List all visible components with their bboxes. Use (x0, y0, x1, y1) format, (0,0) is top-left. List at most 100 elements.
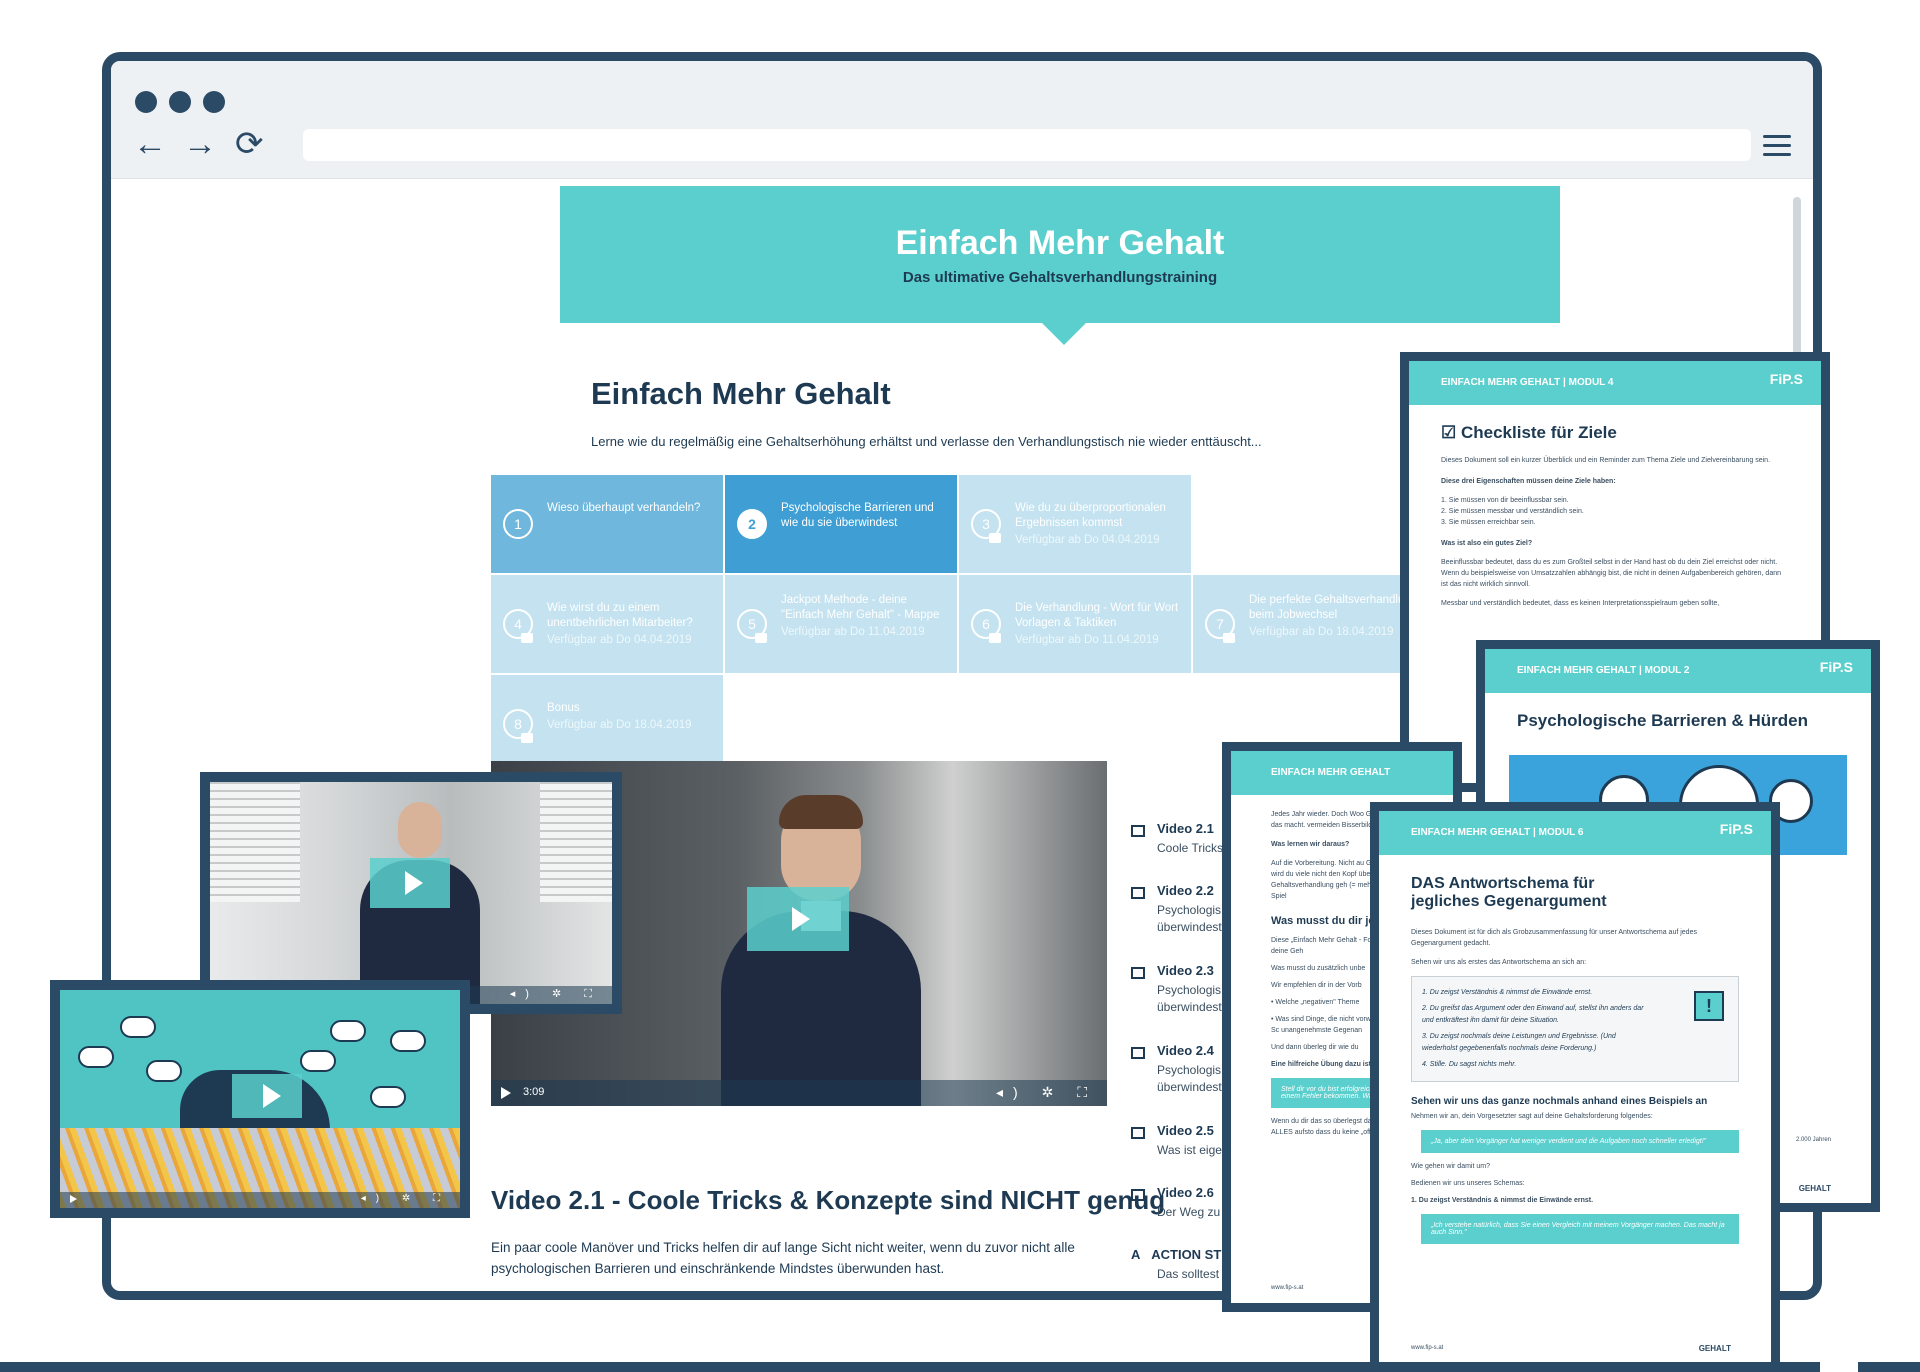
doc-paragraph: Nehmen wir an, dein Vorgesetzter sagt au… (1411, 1113, 1653, 1120)
video-title: Video 2.1 - Coole Tricks & Konzepte sind… (491, 1185, 1166, 1215)
exclamation-icon: ! (1694, 991, 1724, 1021)
gehalt-brand: GEHALT (1698, 1344, 1731, 1353)
video-controls: 3:09 ◂) ✲ ⛶ (491, 1080, 1107, 1106)
doc-title: Checkliste für Ziele (1460, 423, 1617, 442)
play-icon[interactable] (70, 1195, 77, 1203)
module-tile-7[interactable]: 7 Die perfekte Gehaltsverhandlung beim J… (1193, 575, 1425, 673)
play-button[interactable] (747, 887, 849, 951)
doc-list-item: 3. Sie müssen erreichbar sein. (1441, 519, 1536, 526)
video-controls: ◂) ✲ ⛶ (60, 1192, 460, 1208)
doc-header: EINFACH MEHR GEHALT (1271, 767, 1391, 778)
gehalt-brand: GEHALT (1798, 1184, 1831, 1193)
volume-settings-fullscreen-icons[interactable]: ◂) ✲ ⛶ (361, 1193, 450, 1204)
doc-subtitle: Sehen wir uns das ganze nochmals anhand … (1411, 1096, 1708, 1107)
play-button[interactable] (232, 1074, 302, 1118)
hero-pointer (1042, 323, 1086, 345)
film-icon (1131, 1189, 1145, 1201)
doc-footer: 2.000 Jahren (1795, 1137, 1831, 1143)
film-icon (1131, 887, 1145, 899)
window-dot-icon[interactable] (135, 91, 157, 113)
module-title: Die Verhandlung - Wort für Wort Vorlagen… (1015, 602, 1179, 629)
doc-paragraph: Beeinflussbar bedeutet, dass du es zum G… (1441, 559, 1781, 588)
doc-intro: Dieses Dokument ist für dich als Grobzus… (1411, 929, 1697, 947)
page-scrollbar[interactable] (1793, 197, 1801, 377)
doc-list-item: 2. Sie müssen messbar und verständlich s… (1441, 508, 1584, 515)
url-bar[interactable] (303, 129, 1751, 161)
hero-subtitle: Das ultimative Gehaltsverhandlungstraini… (902, 269, 1218, 286)
module-title: Bonus (547, 702, 580, 714)
doc-title: Psychologische Barrieren & Hürden (1517, 711, 1808, 730)
module-availability: Verfügbar ab Do 18.04.2019 (1249, 626, 1394, 638)
module-title: Wie wirst du zu einem unentbehrlichen Mi… (547, 602, 693, 629)
doc-paragraph: Sehen wir uns als erstes das Antwortsche… (1411, 959, 1587, 966)
window-dot-icon[interactable] (203, 91, 225, 113)
lock-icon (521, 733, 533, 743)
course-title: Einfach Mehr Gehalt (591, 376, 891, 411)
hamburger-menu-icon[interactable] (1763, 135, 1791, 156)
scheme-step: 4. Stille. Du sagst nichts mehr. (1422, 1061, 1517, 1068)
floor-line (1858, 1362, 1920, 1372)
screenshot-stage: ← → ⟳ Einfach Mehr Gehalt Das ultimative… (0, 0, 1920, 1372)
back-arrow-icon[interactable]: ← (133, 127, 167, 161)
video-time: 3:09 (523, 1086, 545, 1098)
module-number: 1 (503, 509, 533, 539)
doc-footer: www.fip-s.at (1271, 1285, 1304, 1291)
play-icon[interactable] (501, 1087, 511, 1099)
fips-logo: FiP.S (1819, 659, 1853, 675)
module-title: Wieso überhaupt verhandeln? (547, 502, 701, 514)
module-tile-6[interactable]: 6 Die Verhandlung - Wort für Wort Vorlag… (959, 575, 1191, 673)
doc-paragraph: Wie gehen wir damit um? (1411, 1163, 1490, 1170)
volume-settings-fullscreen-icons[interactable]: ◂) ✲ ⛶ (510, 987, 602, 1001)
video-description: Ein paar coole Manöver und Tricks helfen… (491, 1240, 1075, 1276)
answer-scheme-box: ! 1. Du zeigst Verständnis & nimmst die … (1411, 976, 1739, 1082)
reload-icon[interactable]: ⟳ (235, 127, 264, 161)
doc-header: EINFACH MEHR GEHALT | MODUL 4 (1441, 377, 1614, 388)
lock-icon (989, 533, 1001, 543)
doc-quote: „Ja, aber dein Vorgänger hat weniger ver… (1421, 1130, 1739, 1153)
fips-logo: FiP.S (1769, 371, 1803, 387)
play-button[interactable] (370, 858, 450, 908)
lock-icon (521, 633, 533, 643)
scheme-step: 1. Du zeigst Verständnis & nimmst die Ei… (1422, 989, 1593, 996)
module-tile-1[interactable]: 1 Wieso überhaupt verhandeln? (491, 475, 723, 573)
doc-paragraph: Bedienen wir uns unseres Schemas: (1411, 1180, 1525, 1187)
module-availability: Verfügbar ab Do 11.04.2019 (781, 626, 925, 638)
film-icon (1131, 1127, 1145, 1139)
volume-settings-fullscreen-icons[interactable]: ◂) ✲ ⛶ (996, 1084, 1097, 1101)
window-dot-icon[interactable] (169, 91, 191, 113)
module-tile-8[interactable]: 8 Bonus Verfügbar ab Do 18.04.2019 (491, 675, 723, 773)
course-intro: Lerne wie du regelmäßig eine Gehaltserhö… (591, 434, 1262, 449)
module-availability: Verfügbar ab Do 04.04.2019 (1015, 534, 1160, 546)
module-availability: Verfügbar ab Do 04.04.2019 (547, 634, 692, 646)
film-icon (1131, 1047, 1145, 1059)
forward-arrow-icon[interactable]: → (183, 127, 217, 161)
doc-heading: Was ist also ein gutes Ziel? (1441, 540, 1533, 547)
module-title: Psychologische Barrieren und wie du sie … (781, 502, 934, 529)
video-thumbnail-presenter[interactable]: ◂) ✲ ⛶ (200, 772, 622, 1014)
doc-intro: Dieses Dokument soll ein kurzer Überblic… (1441, 457, 1771, 464)
module-tile-4[interactable]: 4 Wie wirst du zu einem unentbehrlichen … (491, 575, 723, 673)
doc-header: EINFACH MEHR GEHALT | MODUL 6 (1411, 827, 1584, 838)
module-tile-3[interactable]: 3 Wie du zu überproportionalen Ergebniss… (959, 475, 1191, 573)
hero-title: Einfach Mehr Gehalt (895, 224, 1225, 262)
doc-heading: Diese drei Eigenschaften müssen deine Zi… (1441, 478, 1616, 485)
module-tile-2[interactable]: 2 Psychologische Barrieren und wie du si… (725, 475, 957, 573)
browser-chrome: ← → ⟳ (111, 61, 1813, 179)
checkbox-icon: ☑ (1441, 423, 1461, 442)
doc-footer: www.fip-s.at (1411, 1345, 1444, 1351)
module-title: Die perfekte Gehaltsverhandlung beim Job… (1249, 594, 1418, 621)
document-modul-6[interactable]: EINFACH MEHR GEHALT | MODUL 6 FiP.S DAS A… (1370, 802, 1780, 1372)
doc-title: DAS Antwortschema für jegliches Gegenarg… (1411, 875, 1607, 910)
doc-quote: „Ich verstehe natürlich, dass Sie einen … (1421, 1214, 1739, 1244)
scheme-step: 3. Du zeigst nochmals deine Leistungen u… (1422, 1033, 1616, 1052)
doc-paragraph: 1. Du zeigst Verständnis & nimmst die Ei… (1411, 1197, 1594, 1204)
lock-icon (755, 633, 767, 643)
doc-paragraph: Messbar und verständlich bedeutet, dass … (1441, 600, 1720, 607)
floor-line (0, 1362, 1820, 1372)
lock-icon (1223, 633, 1235, 643)
module-availability: Verfügbar ab Do 18.04.2019 (547, 719, 692, 731)
presenter-image (721, 795, 921, 1106)
module-tile-5[interactable]: 5 Jackpot Methode - deine "Einfach Mehr … (725, 575, 957, 673)
video-thumbnail-animation[interactable]: ◂) ✲ ⛶ (50, 980, 470, 1218)
module-number: 2 (737, 509, 767, 539)
